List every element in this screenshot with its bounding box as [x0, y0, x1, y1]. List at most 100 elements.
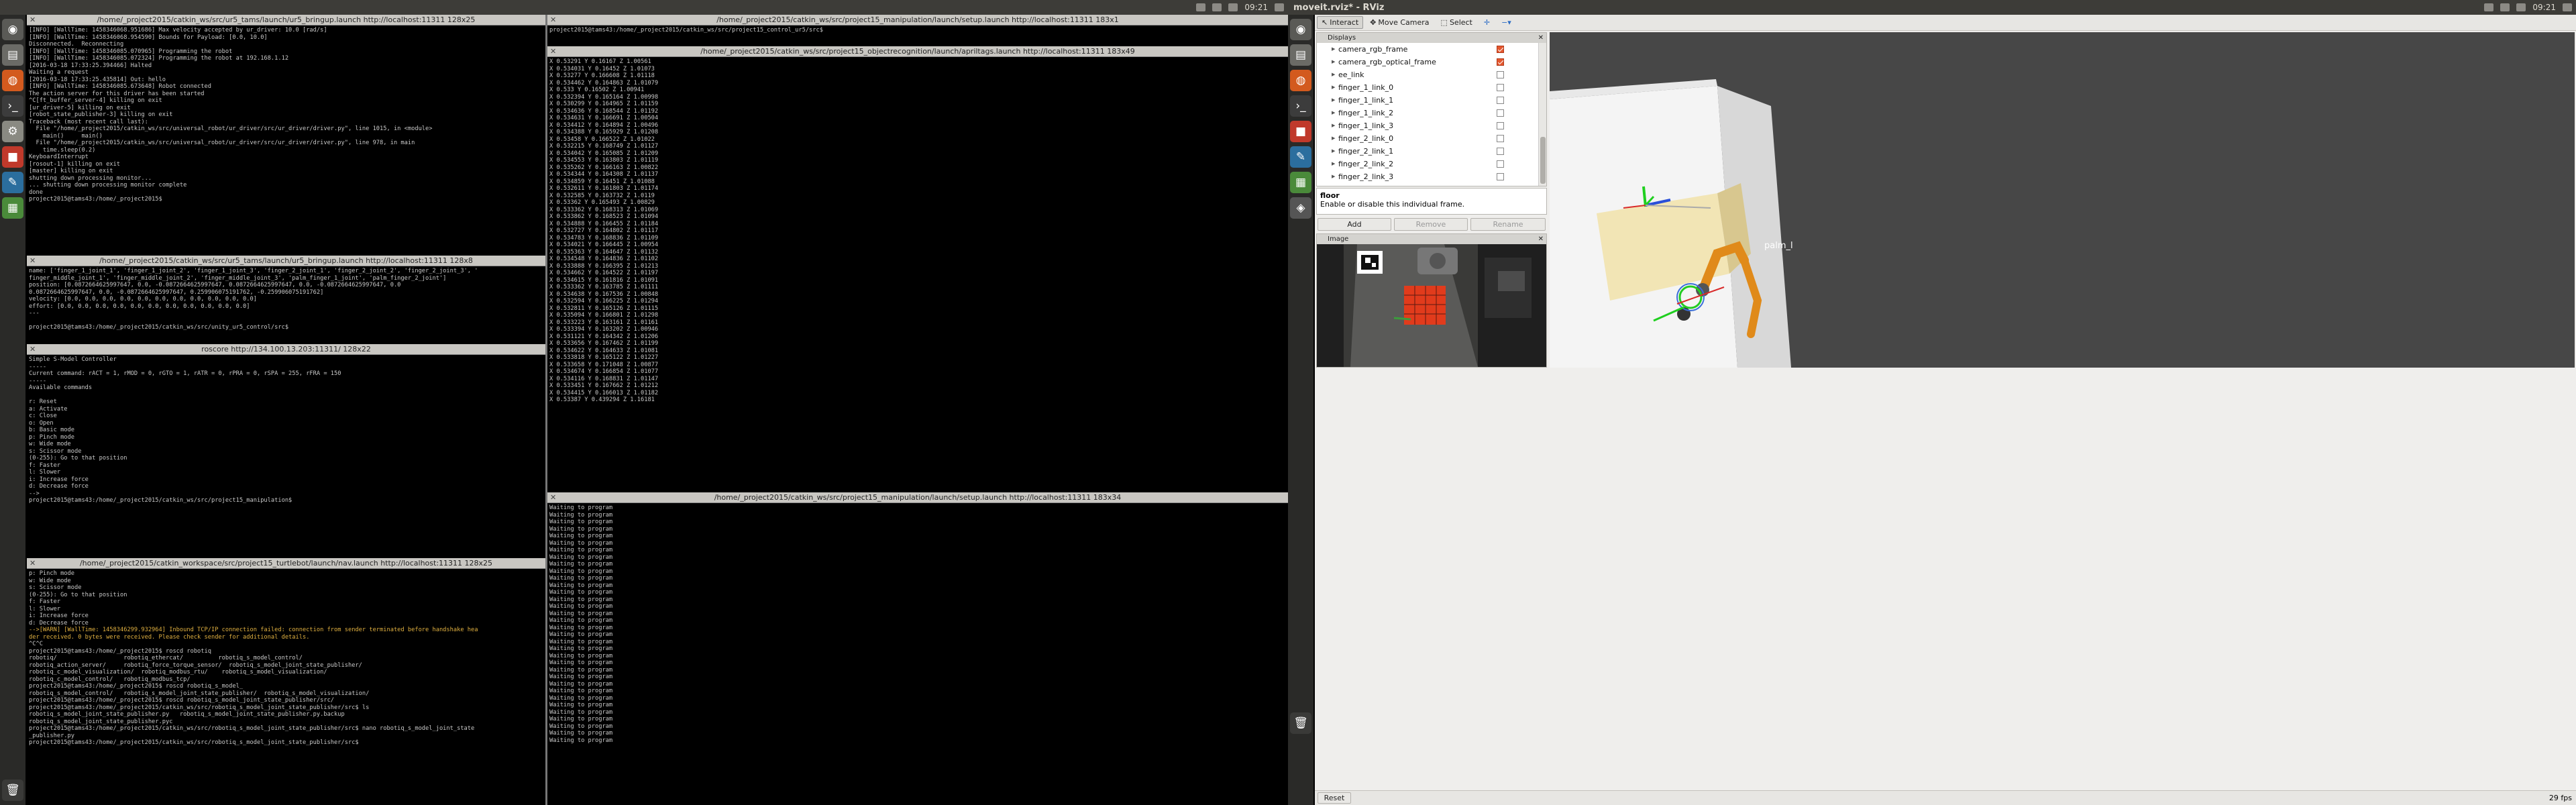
app-icon[interactable]: ■	[2, 146, 23, 168]
display-item-finger-2-link-1[interactable]: ▶ finger_2_link_1	[1317, 145, 1538, 158]
expand-arrow-icon[interactable]: ▶	[1332, 43, 1335, 56]
terminal-apriltags[interactable]: ✕ /home/_project2015/catkin_ws/src/projec…	[547, 46, 1288, 490]
scroll-thumb[interactable]	[1540, 137, 1546, 184]
display-item-finger-2-link-2[interactable]: ▶ finger_2_link_2	[1317, 158, 1538, 170]
settings-icon[interactable]: ⚙	[2, 121, 23, 142]
expand-arrow-icon[interactable]: ▶	[1332, 132, 1335, 145]
terminal-line: a: Activate	[29, 405, 68, 413]
display-item-finger-2-link-3[interactable]: ▶ finger_2_link_3	[1317, 170, 1538, 183]
close-icon[interactable]: ✕	[1538, 33, 1544, 43]
terminal-icon[interactable]: ›_	[2, 95, 23, 117]
expand-arrow-icon[interactable]: ▶	[1332, 170, 1335, 183]
dash-icon[interactable]: ◉	[2, 19, 23, 40]
display-item-camera-rgb-frame[interactable]: ▶ camera_rgb_frame	[1317, 43, 1538, 56]
add-tool[interactable]: −▾	[1497, 16, 1516, 29]
power-icon[interactable]	[2563, 3, 2572, 11]
display-checkbox[interactable]	[1497, 122, 1504, 129]
terminal-setup-small[interactable]: ✕ /home/_project2015/catkin_ws/src/projec…	[547, 15, 1288, 44]
display-item-finger-middle-link-0[interactable]: ▶finger_middle_link_0	[1317, 183, 1538, 186]
volume-icon[interactable]	[2516, 3, 2526, 11]
terminal-joint-states[interactable]: ✕ /home/_project2015/catkin_ws/src/ur5_ta…	[27, 256, 545, 342]
files-icon[interactable]: ▤	[2, 44, 23, 66]
expand-arrow-icon[interactable]: ▶	[1332, 81, 1335, 94]
editor-icon[interactable]: ✎	[1290, 146, 1311, 168]
display-item-finger-1-link-1[interactable]: ▶ finger_1_link_1	[1317, 94, 1538, 107]
expand-arrow-icon[interactable]: ▶	[1332, 158, 1335, 170]
display-checkbox[interactable]	[1497, 71, 1504, 78]
left-monitor: 09:21 ◉ ▤ ◍ ›_ ⚙ ■ ✎ ▦ 🗑 ✕ /home/_project…	[0, 0, 1288, 805]
close-icon[interactable]: ✕	[550, 46, 556, 56]
workspace-icon[interactable]: ▦	[2, 197, 23, 219]
files-icon[interactable]: ▤	[1290, 44, 1311, 66]
reset-button[interactable]: Reset	[1318, 792, 1351, 804]
expand-arrow-icon[interactable]: ▶	[1332, 107, 1335, 119]
expand-arrow-icon[interactable]: ▶	[1332, 183, 1335, 186]
display-checkbox[interactable]	[1497, 109, 1504, 117]
move-camera-tool[interactable]: ✥ Move Camera	[1365, 16, 1434, 29]
editor-icon[interactable]: ✎	[2, 172, 23, 193]
keyboard-icon[interactable]	[2484, 3, 2494, 11]
close-icon[interactable]: ✕	[1538, 234, 1544, 244]
interact-tool[interactable]: ↖ Interact	[1317, 16, 1364, 29]
terminal-line: X 0.533862 Y 0.168523 Z 1.01094	[549, 213, 659, 220]
clock-right[interactable]: 09:21	[2532, 3, 2556, 12]
rename-button[interactable]: Rename	[1470, 218, 1546, 231]
display-item-ee-link[interactable]: ▶ ee_link	[1317, 68, 1538, 81]
expand-arrow-icon[interactable]: ▶	[1332, 94, 1335, 107]
terminal-line: Waiting to program	[549, 688, 613, 694]
display-item-finger-2-link-0[interactable]: ▶ finger_2_link_0	[1317, 132, 1538, 145]
app-icon[interactable]: ■	[1290, 121, 1311, 142]
dash-icon[interactable]: ◉	[1290, 19, 1311, 40]
display-checkbox[interactable]	[1497, 46, 1504, 53]
select-tool[interactable]: ⬚ Select	[1436, 16, 1477, 29]
close-icon[interactable]: ✕	[30, 558, 36, 568]
display-item-finger-1-link-2[interactable]: ▶ finger_1_link_2	[1317, 107, 1538, 119]
expand-arrow-icon[interactable]: ▶	[1332, 119, 1335, 132]
rviz-icon[interactable]: ◈	[1290, 197, 1311, 219]
trash-icon[interactable]: 🗑	[1290, 712, 1311, 734]
add-button[interactable]: Add	[1318, 218, 1391, 231]
firefox-icon[interactable]: ◍	[1290, 70, 1311, 91]
displays-scrollbar[interactable]	[1538, 43, 1546, 186]
focus-tool[interactable]: ✛	[1479, 16, 1495, 29]
expand-arrow-icon[interactable]: ▶	[1332, 145, 1335, 158]
terminal-line: X 0.533818 Y 0.165122 Z 1.01227	[549, 354, 659, 361]
close-icon[interactable]: ✕	[550, 492, 556, 502]
3d-view[interactable]: palm_l	[1550, 32, 2575, 368]
clock-left[interactable]: 09:21	[1244, 3, 1268, 12]
display-item-finger-1-link-3[interactable]: ▶ finger_1_link_3	[1317, 119, 1538, 132]
power-icon[interactable]	[1275, 3, 1284, 11]
trash-icon[interactable]: 🗑	[2, 780, 23, 801]
terminal-nav[interactable]: ✕ /home/_project2015/catkin_workspace/src…	[27, 558, 545, 805]
display-checkbox[interactable]	[1497, 173, 1504, 180]
remove-button[interactable]: Remove	[1394, 218, 1468, 231]
display-item-camera-rgb-optical-frame[interactable]: ▶ camera_rgb_optical_frame	[1317, 56, 1538, 68]
terminal-line: X 0.530299 Y 0.164965 Z 1.01159	[549, 101, 659, 107]
firefox-icon[interactable]: ◍	[2, 70, 23, 91]
expand-arrow-icon[interactable]: ▶	[1332, 68, 1335, 81]
display-item-finger-1-link-0[interactable]: ▶ finger_1_link_0	[1317, 81, 1538, 94]
workspace-icon[interactable]: ▦	[1290, 172, 1311, 193]
display-checkbox[interactable]	[1497, 97, 1504, 104]
terminal-setup[interactable]: ✕ /home/_project2015/catkin_ws/src/projec…	[547, 492, 1288, 805]
keyboard-icon[interactable]	[1196, 3, 1206, 11]
close-icon[interactable]: ✕	[30, 15, 36, 25]
display-checkbox[interactable]	[1497, 135, 1504, 142]
expand-arrow-icon[interactable]: ▶	[1332, 56, 1335, 68]
display-checkbox[interactable]	[1497, 148, 1504, 155]
network-icon[interactable]	[2500, 3, 2510, 11]
network-icon[interactable]	[1212, 3, 1222, 11]
terminal-roscore[interactable]: ✕ roscore http://134.100.13.203:11311/ 12…	[27, 344, 545, 556]
display-checkbox[interactable]	[1497, 84, 1504, 91]
volume-icon[interactable]	[1228, 3, 1238, 11]
display-checkbox[interactable]	[1497, 160, 1504, 168]
terminal-icon[interactable]: ›_	[1290, 95, 1311, 117]
3d-scene[interactable]: palm_l	[1550, 32, 2575, 368]
terminal-line: Waiting to program	[549, 652, 613, 659]
close-icon[interactable]: ✕	[550, 15, 556, 25]
display-checkbox[interactable]	[1497, 58, 1504, 66]
pane-divider[interactable]	[545, 15, 547, 805]
terminal-ur5-bringup[interactable]: ✕ /home/_project2015/catkin_ws/src/ur5_ta…	[27, 15, 545, 254]
close-icon[interactable]: ✕	[30, 256, 36, 266]
close-icon[interactable]: ✕	[30, 344, 36, 354]
